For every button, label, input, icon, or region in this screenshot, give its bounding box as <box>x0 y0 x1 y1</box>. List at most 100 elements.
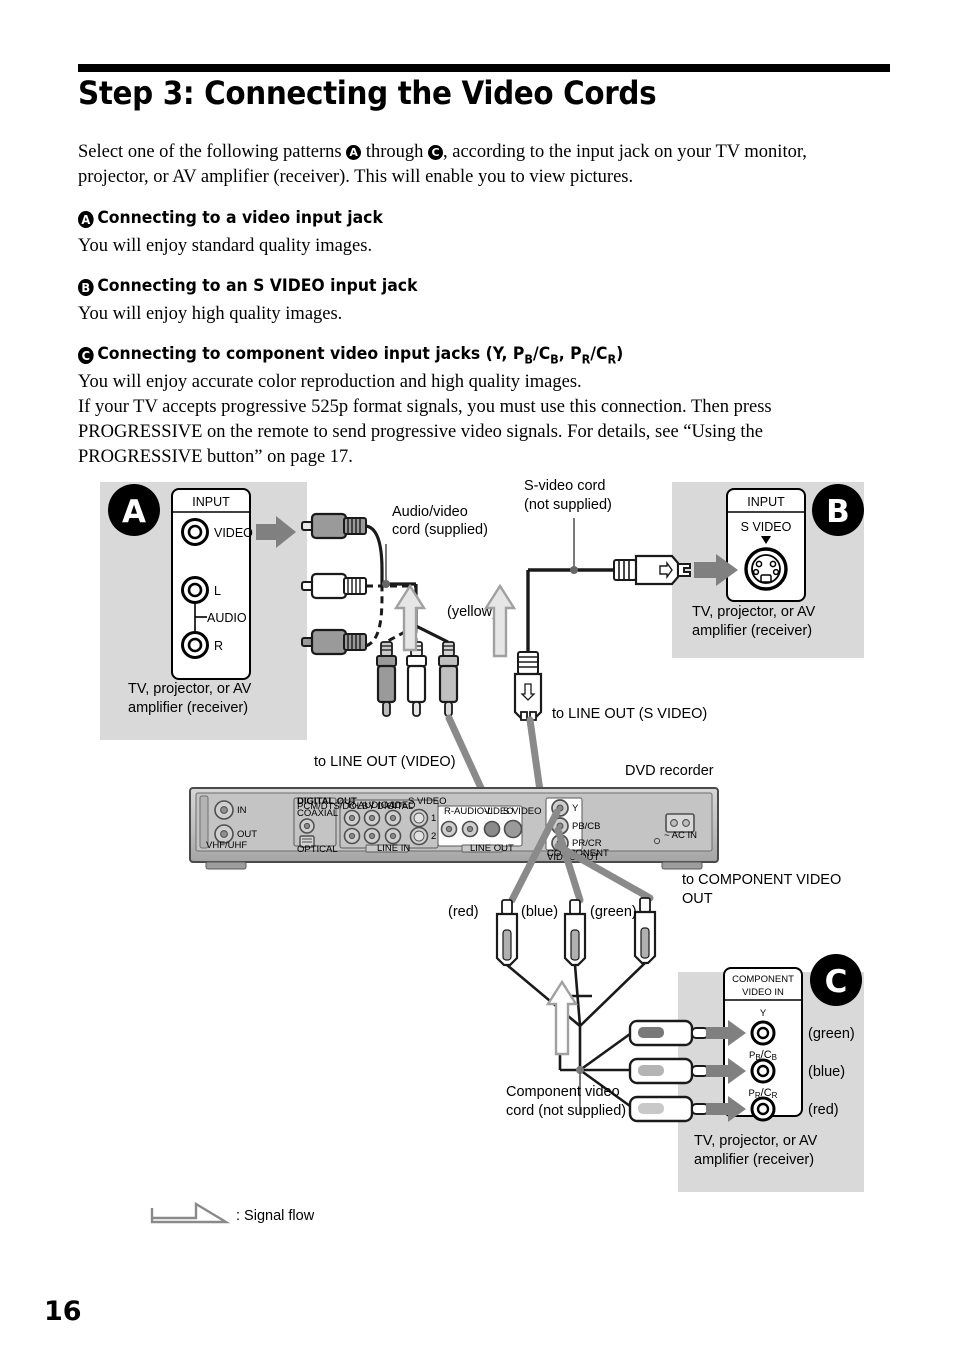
rca-plug-audio-r-tvside <box>301 628 367 656</box>
rca-plug-down-3 <box>438 641 459 717</box>
component-cord-label-1: Component video <box>506 1084 620 1100</box>
panel-b-svideo-label: S VIDEO <box>741 520 792 534</box>
badge-c-inline: C <box>428 145 443 160</box>
signal-arrow-svideo <box>483 583 517 658</box>
to-line-out-video-label: to LINE OUT (VIDEO) <box>314 754 456 770</box>
rca-plug-down-2 <box>406 641 427 717</box>
panel-b-caption-2: amplifier (receiver) <box>692 623 812 639</box>
badge-a-label: A <box>122 494 146 530</box>
rear-comp-pb-label: PB/CB <box>572 821 601 832</box>
panel-a-input-title: INPUT <box>192 495 230 509</box>
panel-a-r-label: R <box>214 639 223 653</box>
rca-plug-down-1 <box>376 641 397 717</box>
intro-text-2: through <box>361 142 428 162</box>
rca-plug-audio-l-tvside <box>301 572 367 600</box>
intro-text-4: projector, or AV amplifier (receiver). T… <box>78 167 634 187</box>
panel-b-caption-1: TV, projector, or AV <box>692 604 816 620</box>
panel-a-video-jack <box>187 524 203 540</box>
component-cord-label-2: cord (not supplied) <box>506 1103 626 1119</box>
plug-blue-label: (blue) <box>521 904 558 920</box>
intro-paragraph: Select one of the following patterns A t… <box>78 140 878 190</box>
section-c-heading-end: ) <box>616 344 624 364</box>
page-title: Step 3: Connecting the Video Cords <box>78 74 657 112</box>
title-rule <box>78 64 890 72</box>
component-plugs-tvside <box>628 1019 709 1123</box>
dvd-recorder-rear-panel: IN OUT VHF/UHF DIGITAL OUT PCM/DTS/DOLBY… <box>189 787 719 870</box>
panel-c-y-label: Y <box>760 1008 767 1019</box>
section-c-sub-b2: B <box>550 352 559 367</box>
manual-page: Step 3: Connecting the Video Cords Selec… <box>0 0 954 1352</box>
section-c-sub-r1: R <box>581 352 591 367</box>
panel-c-y-jack <box>756 1026 770 1040</box>
panel-c-caption-1: TV, projector, or AV <box>694 1133 818 1149</box>
section-b-body: You will enjoy high quality images. <box>78 304 343 324</box>
rear-line-in-svideo-label: S VIDEO <box>408 796 447 807</box>
badge-b-section: B <box>78 279 94 296</box>
panel-a-audio-label: AUDIO <box>207 611 247 625</box>
badge-a-section: A <box>78 211 94 228</box>
av-cord-label-1: Audio/video <box>392 504 468 520</box>
rear-coaxial-label: COAXIAL <box>297 808 338 819</box>
panel-a-r-jack <box>187 637 203 653</box>
signal-flow-icon <box>150 1201 231 1224</box>
plug-red-label: (red) <box>448 904 479 920</box>
rear-line-out-svideo-label: S VIDEO <box>503 806 542 817</box>
panel-c-title-2: VIDEO IN <box>742 987 784 998</box>
rear-out-label: OUT <box>237 829 257 840</box>
panel-c-green-label: (green) <box>808 1026 855 1042</box>
badge-c-label: C <box>825 964 848 1000</box>
av-cord-tv-plugs <box>301 512 367 656</box>
rear-line-out-label: LINE OUT <box>470 843 514 854</box>
svideo-cord <box>526 566 614 662</box>
component-plug-green <box>633 897 657 965</box>
svideo-cord-label-1: S-video cord <box>524 478 605 494</box>
page-number: 16 <box>44 1296 82 1327</box>
to-component-label-2: OUT <box>682 891 713 907</box>
panel-c-caption-2: amplifier (receiver) <box>694 1152 814 1168</box>
rear-line-in-ch2: 2 <box>431 831 436 842</box>
section-c-heading: C Connecting to component video input jac… <box>78 344 623 366</box>
legend-signal-flow: : Signal flow <box>150 1201 315 1224</box>
section-c-sub-b1: B <box>524 352 533 367</box>
signal-flow-label: : Signal flow <box>236 1208 315 1224</box>
panel-c-red-label: (red) <box>808 1102 839 1118</box>
rca-plug-video-tvside <box>301 512 367 540</box>
intro-text-3: , according to the input jack on your TV… <box>443 142 807 162</box>
panel-a-video-label: VIDEO <box>214 526 253 540</box>
panel-c-pr-jack <box>756 1102 770 1116</box>
to-line-out-svideo-label: to LINE OUT (S VIDEO) <box>552 706 707 722</box>
section-c-sub-r2: R <box>607 352 617 367</box>
plug-green-label: (green) <box>590 904 637 920</box>
svideo-cord-label-2: (not supplied) <box>524 497 612 513</box>
connection-diagram: A INPUT VIDEO L AUDIO R TV, projector, o… <box>0 466 954 1256</box>
section-a-heading-text: Connecting to a video input jack <box>97 208 383 228</box>
section-c-mid1: /C <box>532 344 551 364</box>
intro-text-1: Select one of the following patterns <box>78 142 347 162</box>
section-b-heading: B Connecting to an S VIDEO input jack <box>78 276 417 296</box>
panel-c-pb-sub2: B <box>772 1053 777 1062</box>
panel-c-title-1: COMPONENT <box>732 974 794 985</box>
dvd-recorder-label: DVD recorder <box>625 763 714 779</box>
panel-a-caption-1: TV, projector, or AV <box>128 681 252 697</box>
av-cord-label-2: cord (supplied) <box>392 522 488 538</box>
panel-b-input-title: INPUT <box>747 495 785 509</box>
panel-c-blue-label: (blue) <box>808 1064 845 1080</box>
section-a-body: You will enjoy standard quality images. <box>78 236 373 256</box>
panel-a-l-jack <box>187 582 203 598</box>
badge-a-inline: A <box>346 145 362 160</box>
to-component-label-1: to COMPONENT VIDEO <box>682 872 841 888</box>
badge-b-label: B <box>826 494 850 530</box>
section-c-body-2: If your TV accepts progressive 525p form… <box>78 397 772 417</box>
section-c-mid2: , P <box>558 344 582 364</box>
section-c-mid3: /C <box>590 344 608 364</box>
badge-c-section: C <box>78 347 94 364</box>
section-a-heading: A Connecting to a video input jack <box>78 208 383 228</box>
rear-line-in-label: LINE IN <box>377 843 410 854</box>
component-plug-blue <box>563 899 587 967</box>
rear-ac-in-label: ~ AC IN <box>664 830 697 841</box>
section-c-heading-pre: Connecting to component video input jack… <box>97 344 525 364</box>
section-b-heading-text: Connecting to an S VIDEO input jack <box>97 276 418 296</box>
panel-a-caption-2: amplifier (receiver) <box>128 700 248 716</box>
rear-in-label: IN <box>237 805 247 816</box>
svideo-plug-recorder-side <box>513 651 543 721</box>
